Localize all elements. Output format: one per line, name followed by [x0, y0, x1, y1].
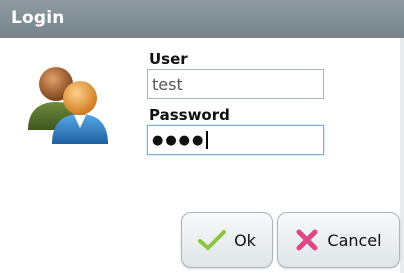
user-label: User [149, 50, 188, 68]
check-icon [198, 230, 227, 250]
cross-icon [296, 229, 318, 251]
cancel-label: Cancel [327, 230, 382, 250]
ok-label: Ok [234, 230, 256, 250]
ok-button[interactable]: Ok [181, 212, 273, 268]
login-dialog: Login User Pass [0, 0, 404, 273]
text-caret [206, 131, 209, 149]
title-bar[interactable]: Login [0, 0, 404, 38]
dialog-title: Login [11, 8, 65, 28]
dialog-edge [400, 38, 404, 273]
users-icon [28, 67, 108, 144]
password-input[interactable]: ●●●● [147, 125, 324, 155]
password-mask: ●●●● [152, 132, 206, 148]
password-label: Password [149, 106, 230, 124]
user-input[interactable] [147, 69, 324, 99]
cancel-button[interactable]: Cancel [277, 212, 400, 268]
